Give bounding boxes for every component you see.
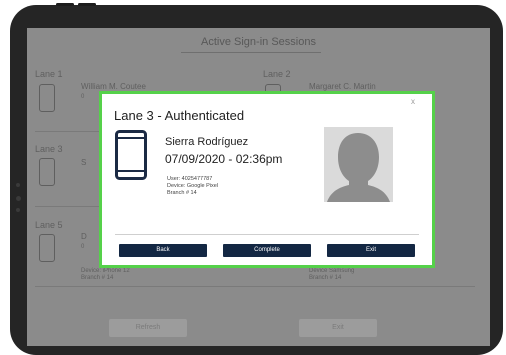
complete-button[interactable]: Complete <box>223 244 311 257</box>
lane-5-phone-icon <box>39 234 55 262</box>
lane-5-name-partial: D <box>81 232 87 241</box>
sign-in-datetime: 07/09/2020 - 02:36pm <box>165 152 283 166</box>
person-silhouette-icon <box>324 127 393 202</box>
lane-1-partial: 0 <box>81 94 85 100</box>
refresh-button[interactable]: Refresh <box>109 319 187 337</box>
lane-6-branch: Branch # 14 <box>309 275 342 281</box>
lane-2-name: Margaret C. Martin <box>309 82 376 91</box>
device-name: Device: Google Pixel <box>167 183 219 189</box>
lane-5-branch: Branch # 14 <box>81 275 114 281</box>
exit-button[interactable]: Exit <box>327 244 415 257</box>
lane-5-label: Lane 5 <box>35 220 63 230</box>
tablet-top-button <box>56 3 74 6</box>
authenticated-modal: x Lane 3 - Authenticated Sierra Rodrígue… <box>99 91 435 268</box>
lane-5-partial: 0 <box>81 244 85 250</box>
lane-3-phone-icon <box>39 158 55 186</box>
lane-6-device: Device Samsung <box>309 268 355 274</box>
close-icon[interactable]: x <box>411 97 415 106</box>
back-button[interactable]: Back <box>119 244 207 257</box>
lane-5-device: Device: iPhone 12 <box>81 268 130 274</box>
user-id: User: 4025477787 <box>167 176 213 182</box>
lane-3-name-partial: S <box>81 158 87 167</box>
tablet-side-dot <box>16 208 20 212</box>
divider <box>35 286 475 287</box>
branch-number: Branch # 14 <box>167 190 197 196</box>
phone-icon <box>115 130 147 180</box>
lane-1-name: William M. Coutee <box>81 82 146 91</box>
user-name: Sierra Rodríguez <box>165 136 249 148</box>
page-title: Active Sign-in Sessions <box>201 36 316 48</box>
tablet-side-dot <box>16 183 20 187</box>
lane-2-label: Lane 2 <box>263 69 291 79</box>
title-underline <box>181 52 321 53</box>
modal-title: Lane 3 - Authenticated <box>114 108 245 123</box>
avatar <box>324 127 393 202</box>
tablet-camera <box>16 196 21 201</box>
lane-3-label: Lane 3 <box>35 144 63 154</box>
background-exit-button[interactable]: Exit <box>299 319 377 337</box>
lane-1-label: Lane 1 <box>35 69 63 79</box>
modal-divider <box>115 234 419 235</box>
lane-1-phone-icon <box>39 84 55 112</box>
tablet-top-button <box>78 3 96 6</box>
